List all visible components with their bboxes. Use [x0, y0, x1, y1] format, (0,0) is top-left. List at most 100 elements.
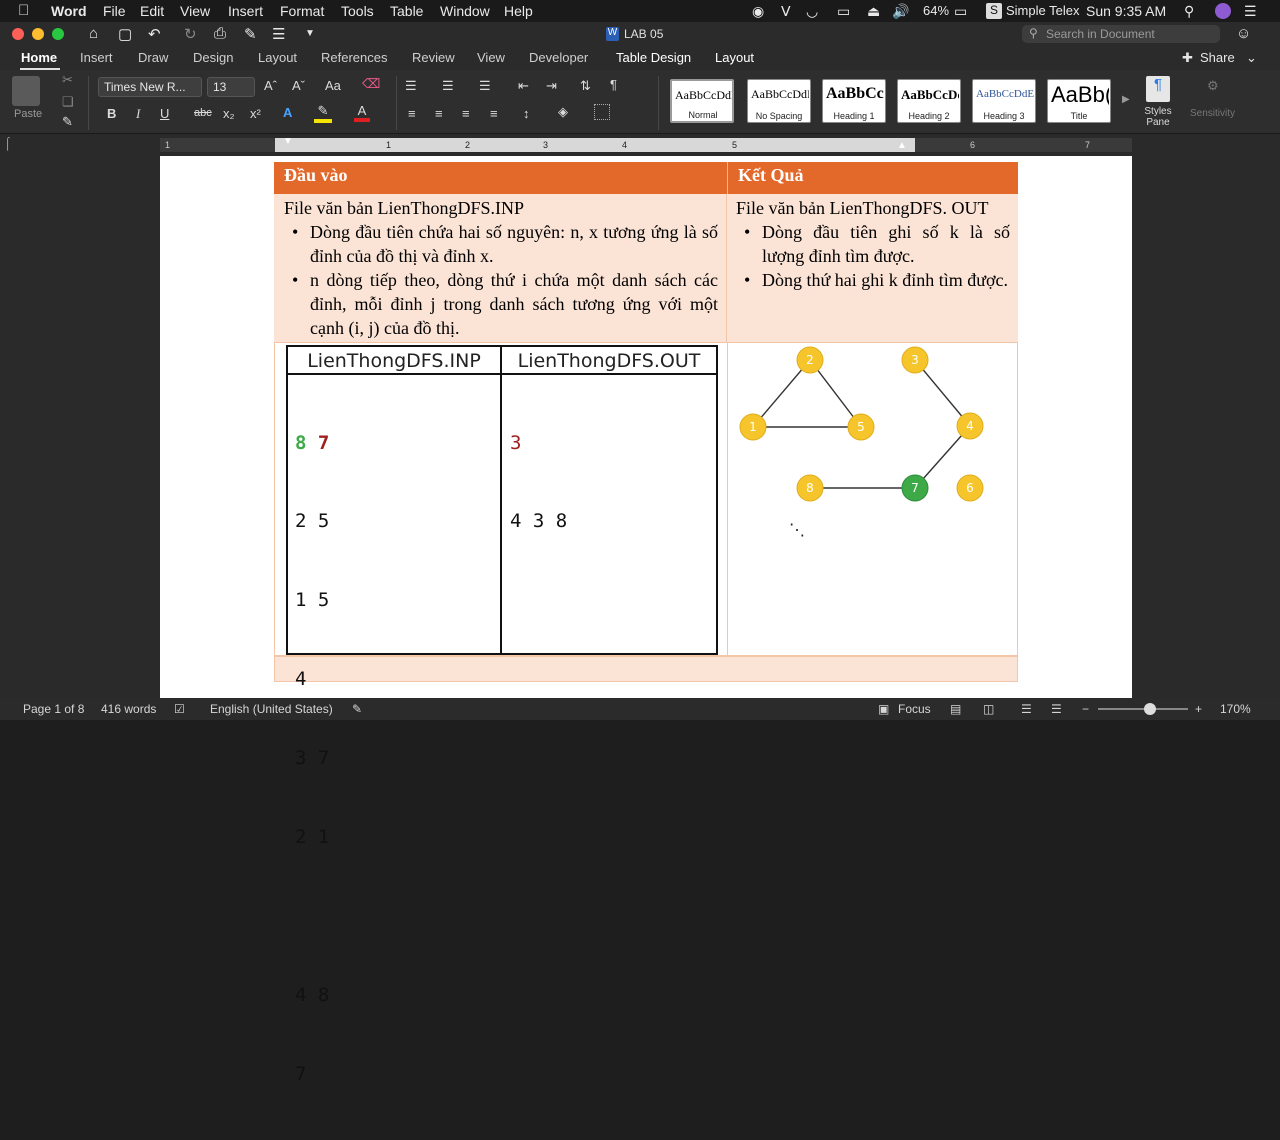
undo-icon[interactable]: ↶ [148, 25, 161, 43]
borders-icon[interactable] [594, 104, 610, 120]
bullets-icon[interactable]: ☰ [405, 78, 417, 94]
copy-icon[interactable]: ❏ [62, 94, 74, 110]
increase-indent-icon[interactable]: ⇥ [546, 78, 557, 94]
tab-layout[interactable]: Layout [258, 50, 297, 65]
style-title[interactable]: AaBb( Title [1047, 79, 1111, 123]
share-icon[interactable]: ✚ [1182, 50, 1193, 66]
home-icon[interactable]: ⌂ [89, 25, 98, 42]
grow-font-icon[interactable]: Aˆ [264, 78, 277, 93]
header-input-cell[interactable]: Đầu vào [274, 162, 727, 194]
share-button[interactable]: Share [1200, 50, 1235, 65]
first-line-indent-marker[interactable]: ▼ [283, 136, 293, 147]
empty-row[interactable] [274, 656, 1018, 682]
style-no-spacing[interactable]: AaBbCcDdI No Spacing [747, 79, 811, 123]
style-heading-1[interactable]: AaBbCc Heading 1 [822, 79, 886, 123]
text-effects-icon[interactable]: A [283, 105, 292, 120]
paste-clipboard-icon[interactable] [12, 76, 40, 106]
clear-formatting-icon[interactable]: ⌫ [362, 76, 380, 92]
change-case-icon[interactable]: Aa [325, 78, 341, 93]
tab-home[interactable]: Home [21, 50, 57, 65]
horizontal-ruler[interactable]: ⌠ 1 1 2 3 4 5 6 7 ▼ ▲ [0, 134, 1280, 156]
menu-table[interactable]: Table [390, 3, 423, 19]
styles-gallery-next-icon[interactable]: ▶ [1122, 94, 1130, 105]
output-description-cell[interactable]: File văn bản LienThongDFS. OUT Dòng đầu … [727, 194, 1018, 342]
tab-stop-selector-icon[interactable]: ⌠ [4, 136, 11, 150]
menu-view[interactable]: View [180, 3, 210, 19]
tab-review[interactable]: Review [412, 50, 455, 65]
sample-out-content[interactable]: 3 4 3 8 [510, 377, 567, 587]
outline-view-icon[interactable]: ☰ [1021, 702, 1032, 716]
apple-icon[interactable]:  [18, 2, 29, 19]
show-formatting-marks-icon[interactable]: ¶ [610, 77, 617, 92]
airplay-icon[interactable]: ▭ [837, 3, 850, 20]
style-heading-2[interactable]: AaBbCcDd Heading 2 [897, 79, 961, 123]
print-layout-icon[interactable]: ▤ [950, 702, 961, 716]
style-heading-3[interactable]: AaBbCcDdEe Heading 3 [972, 79, 1036, 123]
tab-developer[interactable]: Developer [529, 50, 588, 65]
strikethrough-button[interactable]: abc [194, 107, 212, 119]
shrink-font-icon[interactable]: Aˇ [292, 78, 305, 93]
record-icon[interactable]: ◉ [752, 3, 764, 20]
menu-help[interactable]: Help [504, 3, 533, 19]
smiley-feedback-icon[interactable]: ☺ [1236, 25, 1251, 42]
sample-inp-header[interactable]: LienThongDFS.INP [288, 347, 500, 375]
accessibility-icon[interactable]: ✎ [352, 702, 362, 716]
redo-icon[interactable]: ↻ [184, 25, 197, 43]
zoom-out-button[interactable]: − [1082, 702, 1089, 716]
print-icon[interactable]: ⎙ [214, 25, 226, 42]
bluetooth-icon[interactable]: ᐯ [781, 3, 791, 20]
app-menu-word[interactable]: Word [51, 3, 87, 19]
siri-icon[interactable] [1215, 3, 1231, 19]
sample-out-header[interactable]: LienThongDFS.OUT [502, 347, 716, 375]
font-size-select[interactable]: 13 [207, 77, 255, 97]
font-color-icon[interactable]: A [354, 103, 370, 122]
align-right-icon[interactable]: ≡ [462, 106, 470, 121]
shading-icon[interactable]: ◈ [558, 104, 568, 120]
multilevel-list-icon[interactable]: ☰ [479, 78, 491, 94]
language[interactable]: English (United States) [210, 702, 333, 716]
italic-button[interactable]: I [136, 106, 140, 122]
clock[interactable]: Sun 9:35 AM [1086, 3, 1166, 19]
draft-view-icon[interactable]: ☰ [1051, 702, 1062, 716]
align-center-icon[interactable]: ≡ [435, 106, 443, 121]
search-in-document-input[interactable]: ⚲ Search in Document [1022, 25, 1220, 43]
close-window-button[interactable] [12, 28, 24, 40]
wifi-icon[interactable]: ◡ [806, 3, 818, 20]
tab-view[interactable]: View [477, 50, 505, 65]
volume-icon[interactable]: 🔊 [892, 3, 909, 20]
decrease-indent-icon[interactable]: ⇤ [518, 78, 529, 94]
highlight-color-icon[interactable]: ✎ [314, 103, 332, 123]
cut-icon[interactable]: ✂ [62, 72, 73, 88]
save-icon[interactable]: ▢ [118, 25, 132, 43]
minimize-window-button[interactable] [32, 28, 44, 40]
menu-tools[interactable]: Tools [341, 3, 374, 19]
superscript-button[interactable]: x² [250, 106, 261, 121]
customize-toolbar-icon[interactable]: ☰ [272, 25, 285, 43]
input-method-label[interactable]: Simple Telex [1006, 3, 1079, 18]
styles-pane-button[interactable]: Styles Pane [1138, 106, 1178, 128]
battery-icon[interactable]: ▭ [954, 3, 967, 20]
menu-file[interactable]: File [103, 3, 126, 19]
numbering-icon[interactable]: ☰ [442, 78, 454, 94]
menu-format[interactable]: Format [280, 3, 324, 19]
word-count[interactable]: 416 words [101, 702, 156, 716]
zoom-in-button[interactable]: + [1195, 702, 1202, 716]
menu-insert[interactable]: Insert [228, 3, 263, 19]
bold-button[interactable]: B [107, 106, 116, 121]
page-count[interactable]: Page 1 of 8 [23, 702, 84, 716]
font-name-select[interactable]: Times New R... [98, 77, 202, 97]
sensitivity-icon[interactable]: ⚙ [1207, 78, 1219, 94]
web-layout-icon[interactable]: ◫ [983, 702, 994, 716]
underline-button[interactable]: U [160, 106, 169, 121]
styles-pane-icon[interactable]: ¶ [1146, 76, 1170, 102]
tab-design[interactable]: Design [193, 50, 233, 65]
align-left-icon[interactable]: ≡ [408, 106, 416, 121]
subscript-button[interactable]: x₂ [223, 106, 235, 121]
graph-diagram[interactable]: 1 2 3 4 5 6 7 8 [728, 342, 1016, 522]
tab-references[interactable]: References [321, 50, 387, 65]
sort-icon[interactable]: ⇅ [580, 78, 591, 94]
line-spacing-icon[interactable]: ↕ [523, 106, 530, 121]
header-result-cell[interactable]: Kết Quả [727, 162, 1018, 194]
eject-icon[interactable]: ⏏ [867, 3, 880, 20]
justify-icon[interactable]: ≡ [490, 106, 498, 121]
